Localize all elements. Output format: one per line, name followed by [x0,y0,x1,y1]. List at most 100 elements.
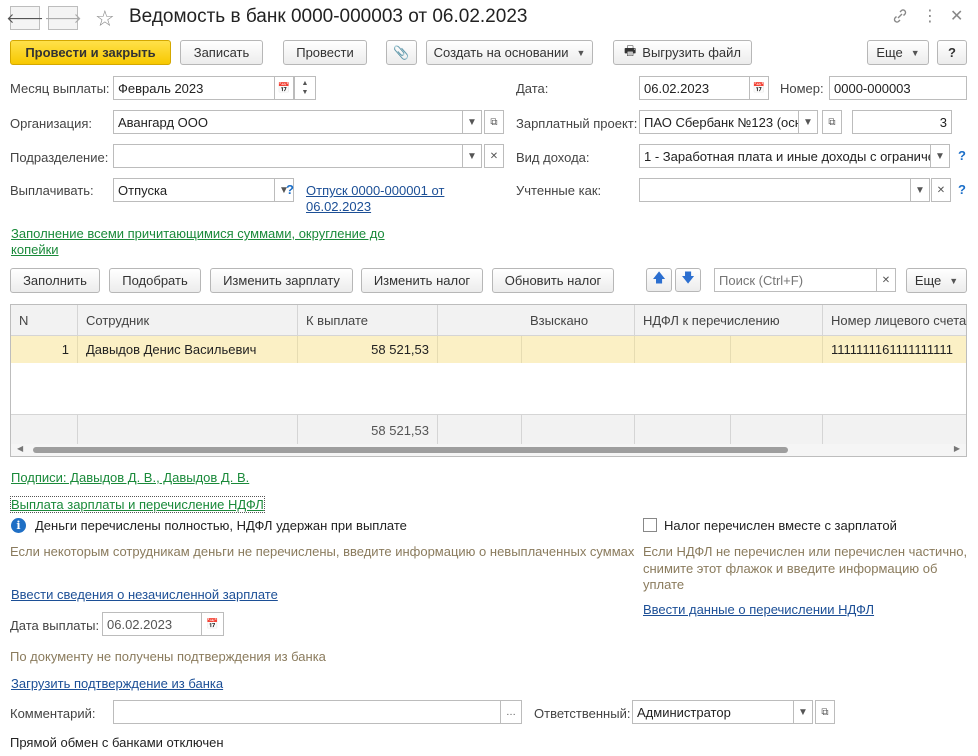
col-ndfl[interactable]: НДФЛ к перечислению [635,305,823,336]
calendar-button[interactable]: 📅 [274,76,294,100]
salary-project-dropdown[interactable]: ▼ [798,110,818,134]
close-icon[interactable]: ✕ [950,6,963,26]
change-salary-button[interactable]: Изменить зарплату [210,268,353,293]
attach-button[interactable]: 📎 [386,40,417,65]
number-field[interactable]: 0000-000003 [829,76,967,100]
search-clear-button[interactable]: ✕ [876,268,896,292]
export-file-button[interactable]: 🖶 Выгрузить файл [613,40,752,65]
cell-ndfl [635,336,731,363]
calendar-icon: 📅 [752,82,766,94]
select-button[interactable]: Подобрать [109,268,201,293]
pay-date-calendar[interactable]: 📅 [201,612,224,636]
pay-month-field[interactable]: Февраль 2023 [113,76,275,100]
pay-help-icon[interactable]: ? [286,182,294,197]
calendar-icon: 📅 [277,82,291,94]
number-label: Номер: [780,81,824,96]
tax-paid-checkbox[interactable] [643,518,657,532]
unaccrued-salary-link[interactable]: Ввести сведения о незачисленной зарплате [11,587,278,602]
col-n[interactable]: N [11,305,78,336]
col-employee[interactable]: Сотрудник [78,305,298,336]
responsible-dropdown[interactable]: ▼ [793,700,813,724]
comment-expand-button[interactable]: … [500,700,522,724]
cell-n: 1 [11,336,78,363]
post-and-close-button[interactable]: Провести и закрыть [10,40,171,65]
payment-section-link[interactable]: Выплата зарплаты и перечисление НДФЛ [10,496,265,513]
income-type-help-icon[interactable]: ? [958,148,966,163]
date-calendar-button[interactable]: 📅 [749,76,769,100]
col-to-pay[interactable]: К выплате [298,305,438,336]
chevron-down-icon: ▼ [576,47,586,58]
table-row[interactable]: 1 Давыдов Денис Васильевич 58 521,53 111… [11,336,966,363]
accounted-field[interactable] [639,178,911,202]
more-button[interactable]: Еще ▼ [867,40,929,65]
accounted-label: Учтенные как: [516,183,602,198]
more-vertical-icon[interactable]: ⋮ [922,6,938,26]
pay-month-label: Месяц выплаты: [10,81,110,96]
responsible-open[interactable]: ⧉ [815,700,835,724]
cell-blank-2 [731,336,823,363]
signatures-link[interactable]: Подписи: Давыдов Д. В., Давыдов Д. В. [11,470,249,485]
bank-exchange-status: Прямой обмен с банками отключен [10,735,224,750]
money-status-text: Деньги перечислены полностью, НДФЛ удерж… [35,518,407,533]
create-based-button[interactable]: Создать на основании ▼ [426,40,593,65]
income-type-dropdown[interactable]: ▼ [930,144,950,168]
move-down-button[interactable]: 🡇 [675,268,701,292]
pay-field[interactable]: Отпуска [113,178,275,202]
col-account[interactable]: Номер лицевого счета [823,305,968,336]
footer-cell [11,415,78,446]
month-stepper[interactable]: ▲ ▼ [294,76,316,100]
comment-field[interactable] [113,700,501,724]
table-more-button[interactable]: Еще ▼ [906,268,967,293]
table-header: N Сотрудник К выплате Взыскано НДФЛ к пе… [11,305,966,336]
search-input[interactable] [714,268,877,292]
move-up-button[interactable]: 🡅 [646,268,672,292]
chevron-down-icon: ▼ [935,150,945,162]
link-icon[interactable] [892,8,908,29]
change-tax-button[interactable]: Изменить налог [361,268,483,293]
clear-icon: ✕ [881,274,891,286]
footer-cell [731,415,823,446]
division-dropdown[interactable]: ▼ [462,144,482,168]
scroll-left-icon[interactable]: ◀ [17,444,23,453]
chevron-down-icon: ▼ [467,150,477,162]
vacation-link[interactable]: Отпуск 0000-000001 от [306,183,444,198]
date-field[interactable]: 06.02.2023 [639,76,750,100]
update-tax-button[interactable]: Обновить налог [492,268,614,293]
help-button[interactable]: ? [937,40,967,65]
accounted-help-icon[interactable]: ? [958,182,966,197]
division-clear[interactable]: ✕ [484,144,504,168]
back-button[interactable]: 🡐 [6,6,44,30]
favorite-star-icon[interactable]: ☆ [95,6,115,32]
scrollbar-thumb[interactable] [33,447,788,453]
income-type-field[interactable]: 1 - Заработная плата и иные доходы с огр… [639,144,931,168]
save-button[interactable]: Записать [180,40,263,65]
col-collected[interactable]: Взыскано [522,305,635,336]
ndfl-payment-link[interactable]: Ввести данные о перечислении НДФЛ [643,602,874,617]
scroll-right-icon[interactable]: ▶ [954,444,960,453]
post-button[interactable]: Провести [283,40,367,65]
salary-project-number[interactable]: 3 [852,110,952,134]
load-confirmation-link[interactable]: Загрузить подтверждение из банка [11,676,223,691]
division-field[interactable] [113,144,463,168]
salary-project-label: Зарплатный проект: [516,116,638,131]
accounted-dropdown[interactable]: ▼ [910,178,930,202]
salary-project-field[interactable]: ПАО Сбербанк №123 (осн [639,110,799,134]
table-more-label: Еще [914,273,942,288]
fill-mode-link-2[interactable]: копейки [11,242,59,257]
open-icon: ⧉ [828,116,836,128]
accounted-clear[interactable]: ✕ [931,178,951,202]
org-field[interactable]: Авангард ООО [113,110,463,134]
salary-project-open[interactable]: ⧉ [822,110,842,134]
employees-table[interactable]: N Сотрудник К выплате Взыскано НДФЛ к пе… [10,304,967,457]
responsible-field[interactable]: Администратор [632,700,794,724]
horizontal-scrollbar[interactable]: ◀ ▶ [11,444,966,456]
vacation-link-date[interactable]: 06.02.2023 [306,199,371,214]
fill-button[interactable]: Заполнить [10,268,100,293]
fill-mode-link[interactable]: Заполнение всеми причитающимися суммами,… [11,226,385,241]
export-file-label: Выгрузить файл [642,45,741,60]
forward-button[interactable]: 🡒 [44,6,82,30]
tax-hint-3: уплате [643,577,685,592]
org-open-button[interactable]: ⧉ [484,110,504,134]
org-dropdown-button[interactable]: ▼ [462,110,482,134]
pay-date-field[interactable]: 06.02.2023 [102,612,202,636]
